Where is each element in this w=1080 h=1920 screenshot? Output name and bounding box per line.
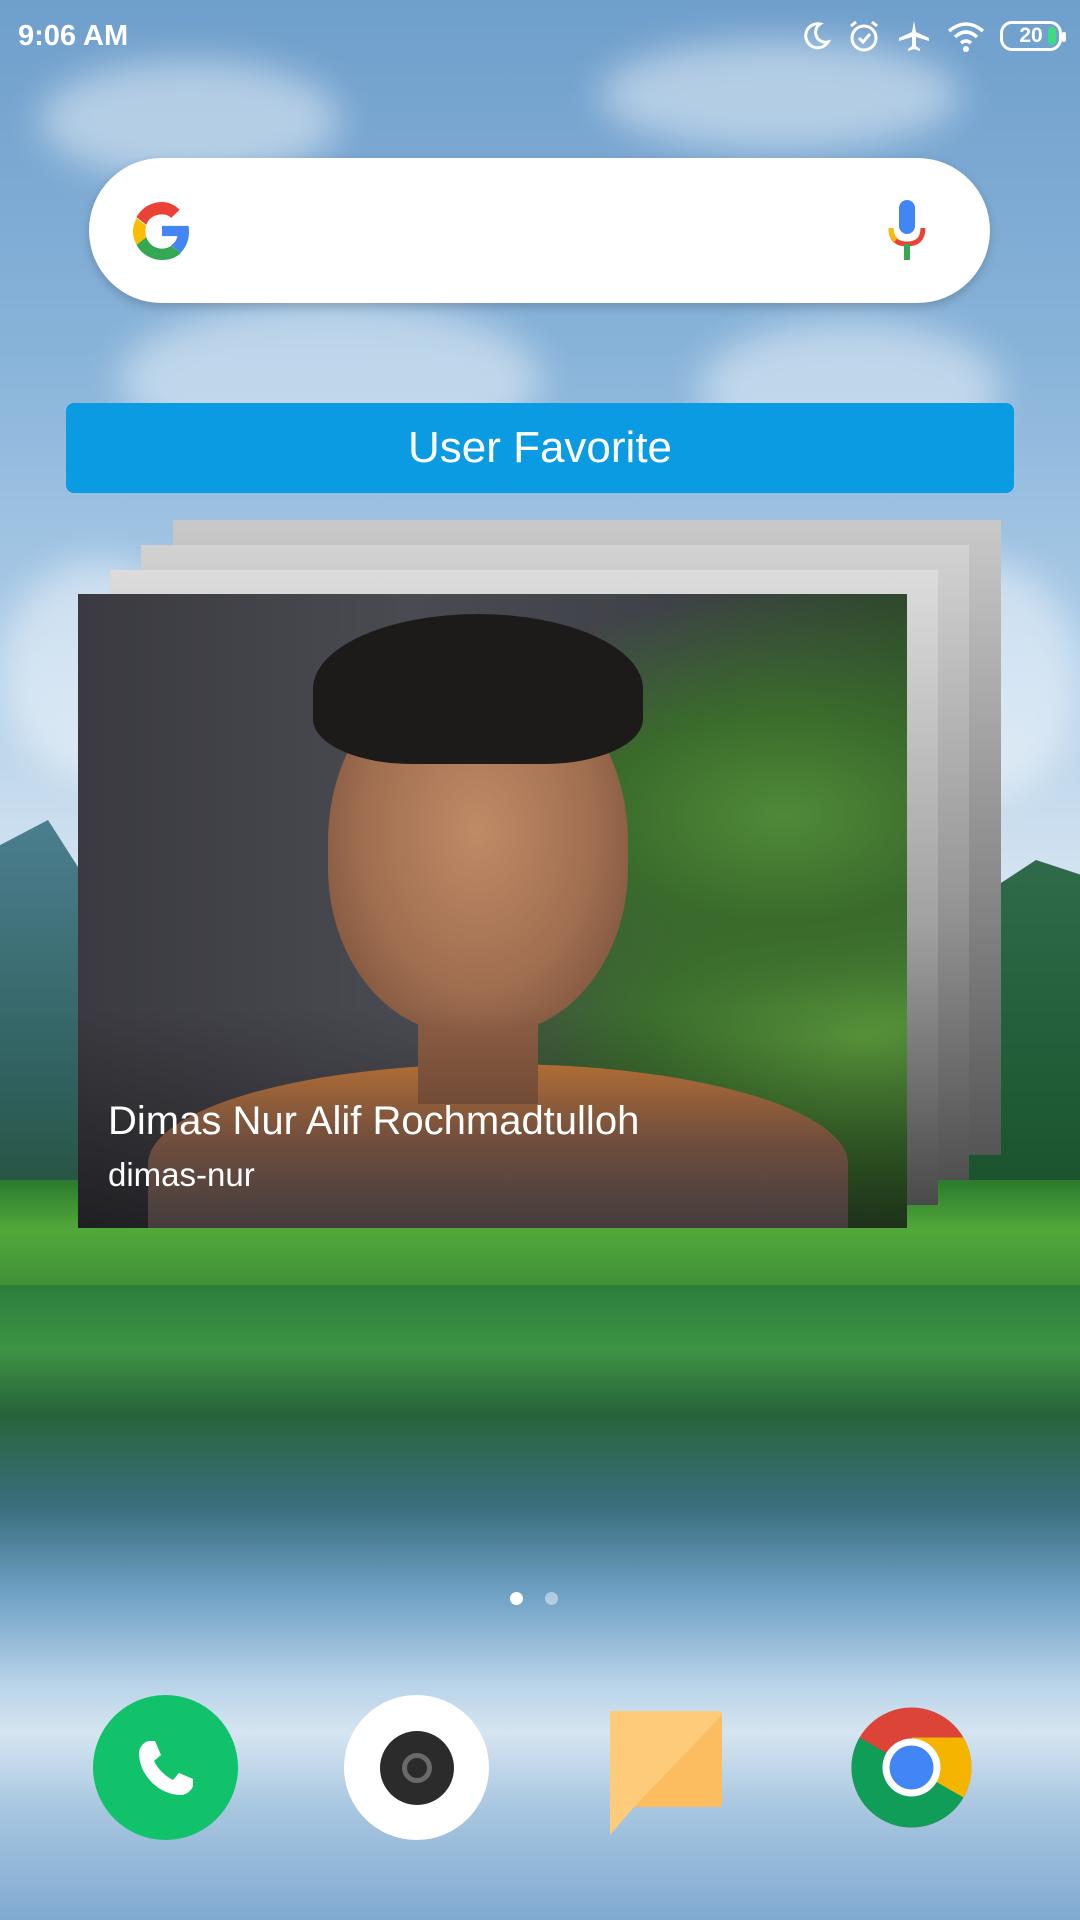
phone-app[interactable] [93, 1695, 238, 1840]
chrome-app[interactable] [849, 1705, 974, 1830]
home-screen: 9:06 AM 20 User Favorite Dimas Nur Alif … [0, 0, 1080, 1920]
camera-app[interactable] [344, 1695, 489, 1840]
user-username: dimas-nur [108, 1156, 255, 1193]
page-dot-2 [545, 1592, 558, 1605]
message-icon [610, 1711, 722, 1835]
page-dot-1 [510, 1592, 523, 1605]
status-bar: 9:06 AM 20 [0, 0, 1080, 72]
chrome-icon [851, 1707, 972, 1828]
status-time: 9:06 AM [18, 20, 129, 52]
camera-icon [379, 1730, 454, 1805]
moon-icon [804, 22, 832, 50]
user-favorite-header[interactable]: User Favorite [66, 403, 1014, 493]
phone-icon [138, 1740, 193, 1795]
alarm-icon [850, 20, 878, 52]
messaging-app[interactable] [604, 1707, 724, 1837]
airplane-mode-icon [899, 21, 929, 51]
google-search-bar[interactable] [89, 158, 990, 303]
google-logo-icon [133, 202, 189, 260]
user-name: Dimas Nur Alif Rochmadtulloh [108, 1099, 640, 1143]
status-icons: 20 [800, 18, 1066, 54]
microphone-icon[interactable] [882, 198, 932, 264]
wifi-icon [947, 22, 985, 52]
battery-icon: 20 [1000, 21, 1066, 51]
widget-title: User Favorite [407, 423, 673, 472]
page-indicator [510, 1592, 558, 1605]
user-card[interactable]: Dimas Nur Alif Rochmadtulloh dimas-nur [78, 594, 907, 1228]
battery-level: 20 [1019, 24, 1043, 47]
